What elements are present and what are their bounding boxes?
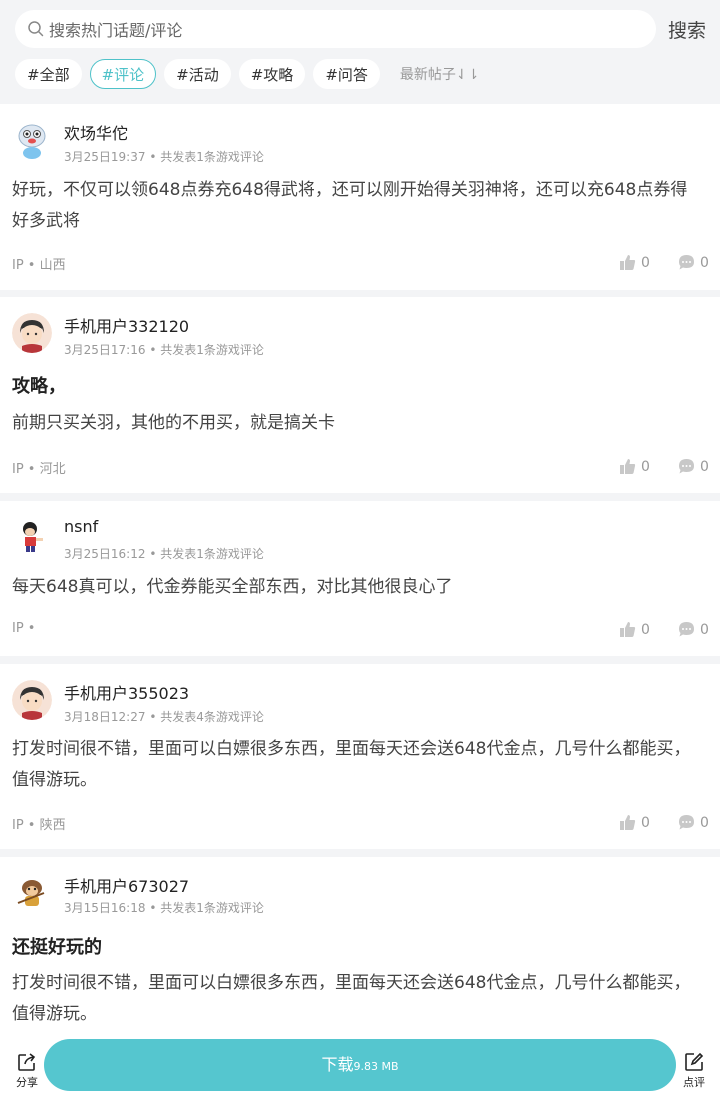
edit-icon [685,1052,704,1071]
post-text: 每天648真可以，代金券能买全部东西，对比其他很良心了 [12,577,453,597]
post-meta: 3月18日12:27 • 共发表4条游戏评论 [64,710,264,724]
post-meta: 3月25日17:16 • 共发表1条游戏评论 [64,343,264,357]
username[interactable]: 手机用户673027 [64,873,189,897]
like-count: 0 [641,254,650,271]
like-button[interactable]: 0 [619,814,650,831]
post-text: 打发时间很不错，里面可以白嫖很多东西，里面每天还会送648代金点，几号什么都能买… [12,973,691,1024]
post-meta: 3月25日19:37 • 共发表1条游戏评论 [64,150,264,164]
post-count: 共发表1条游戏评论 [160,150,264,164]
tag-filter-bar: #全部 #评论 #活动 #攻略 #问答 最新帖子⇃⇂ [15,59,479,89]
post-text: 打发时间很不错，里面可以白嫖很多东西，里面每天还会送648代金点，几号什么都能买… [12,739,691,790]
review-button[interactable]: 点评 [681,1052,707,1090]
post-title: 还挺好玩的 [12,937,102,958]
ip-location: IP • [12,621,36,636]
share-button[interactable]: 分享 [14,1052,40,1090]
share-label: 分享 [16,1076,38,1089]
thumbs-up-icon [620,622,636,637]
share-icon [18,1053,36,1071]
avatar[interactable] [12,873,52,913]
search-icon [27,20,45,38]
like-count: 0 [641,458,650,475]
download-button[interactable]: 下载9.83 MB [44,1039,676,1091]
comment-count: 0 [700,254,709,271]
top-bar: 搜索热门话题/评论 搜索 #全部 #评论 #活动 #攻略 #问答 最新帖子⇃⇂ [0,0,720,104]
post-count: 共发表1条游戏评论 [160,343,264,357]
download-size: 9.83 MB [353,1060,399,1073]
tag-activity[interactable]: #活动 [164,59,231,89]
username[interactable]: 手机用户332120 [64,313,189,337]
sort-dropdown[interactable]: 最新帖子⇃⇂ [400,64,479,84]
comment-button[interactable]: 0 [678,254,709,271]
like-count: 0 [641,814,650,831]
comment-icon [679,622,694,637]
search-placeholder: 搜索热门话题/评论 [49,21,183,40]
post-card[interactable]: nsnf 3月25日16:12 • 共发表1条游戏评论 每天648真可以，代金券… [0,501,720,656]
review-label: 点评 [683,1076,705,1089]
post-count: 共发表4条游戏评论 [160,710,264,724]
post-count: 共发表1条游戏评论 [160,901,264,915]
avatar[interactable] [12,680,52,720]
post-card[interactable]: 手机用户673027 3月15日16:18 • 共发表1条游戏评论 还挺好玩的 … [0,857,720,1037]
username[interactable]: nsnf [64,517,98,536]
username[interactable]: 手机用户355023 [64,680,189,704]
like-button[interactable]: 0 [619,254,650,271]
ip-location: IP • 陕西 [12,818,66,833]
thumbs-up-icon [620,815,636,830]
comment-icon [679,255,694,270]
thumbs-up-icon [620,459,636,474]
tag-review[interactable]: #评论 [89,59,157,89]
download-label: 下载 [321,1055,354,1074]
thumbs-up-icon [620,255,636,270]
search-input[interactable]: 搜索热门话题/评论 [15,10,656,48]
post-date: 3月25日17:16 [64,343,146,357]
post-date: 3月25日16:12 [64,547,146,561]
tag-qa[interactable]: #问答 [313,59,380,89]
post-card[interactable]: 手机用户332120 3月25日17:16 • 共发表1条游戏评论 攻略， 前期… [0,297,720,493]
username[interactable]: 欢场华佗 [64,120,128,144]
avatar[interactable] [12,120,52,160]
comment-button[interactable]: 0 [678,814,709,831]
post-text: 前期只买关羽，其他的不用买，就是搞关卡 [12,413,335,433]
comment-count: 0 [700,458,709,475]
comment-count: 0 [700,814,709,831]
avatar[interactable] [12,517,52,557]
post-date: 3月15日16:18 [64,901,146,915]
comment-icon [679,815,694,830]
ip-location: IP • 河北 [12,462,66,477]
post-meta: 3月15日16:18 • 共发表1条游戏评论 [64,901,264,915]
post-title: 攻略， [12,376,66,397]
like-count: 0 [641,621,650,638]
like-button[interactable]: 0 [619,458,650,475]
like-button[interactable]: 0 [619,621,650,638]
search-button[interactable]: 搜索 [668,16,706,43]
avatar[interactable] [12,313,52,353]
tag-all[interactable]: #全部 [15,59,82,89]
ip-location: IP • 山西 [12,258,66,273]
post-text: 好玩，不仅可以领648点券充648得武将，还可以刚开始得关羽神将，还可以充648… [12,180,688,231]
post-date: 3月18日12:27 [64,710,146,724]
comment-icon [679,459,694,474]
comment-count: 0 [700,621,709,638]
post-meta: 3月25日16:12 • 共发表1条游戏评论 [64,547,264,561]
comment-button[interactable]: 0 [678,458,709,475]
tag-strategy[interactable]: #攻略 [238,59,306,89]
comment-button[interactable]: 0 [678,621,709,638]
post-date: 3月25日19:37 [64,150,146,164]
bottom-action-bar: 分享 下载9.83 MB 点评 [0,1037,720,1097]
post-card[interactable]: 手机用户355023 3月18日12:27 • 共发表4条游戏评论 打发时间很不… [0,664,720,849]
post-count: 共发表1条游戏评论 [160,547,264,561]
post-card[interactable]: 欢场华佗 3月25日19:37 • 共发表1条游戏评论 好玩，不仅可以领648点… [0,104,720,290]
